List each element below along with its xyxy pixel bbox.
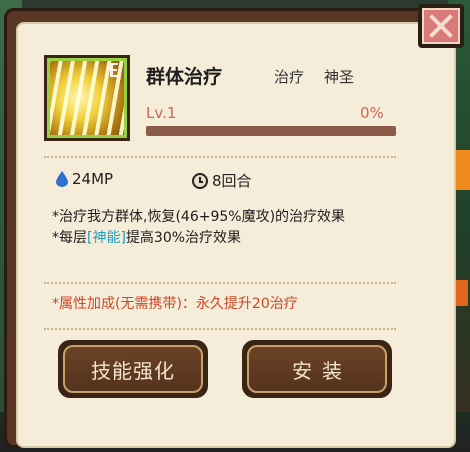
description-text: 提高30%治疗效果 — [125, 230, 242, 246]
clock-icon — [192, 172, 208, 189]
divider — [44, 328, 396, 331]
background-decoration — [456, 150, 470, 190]
mana-drop-icon — [56, 171, 68, 187]
holy-light-skill-icon — [44, 55, 130, 141]
skill-description-line: *每层[神能]提高30%治疗效果 — [52, 227, 241, 247]
keyword-divine-energy[interactable]: [神能] — [87, 230, 126, 246]
attribute-bonus-text: *属性加成(无需携带)：永久提升20治疗 — [52, 296, 298, 312]
equip-button[interactable]: 安装 — [242, 340, 392, 398]
skill-name: 群体治疗 — [146, 66, 223, 88]
skill-progress-bar — [146, 126, 396, 136]
skill-tag-type: 治疗 — [274, 68, 305, 86]
duration: 8回合 — [192, 170, 252, 191]
skill-description-line: *治疗我方群体,恢复(46+95%魔攻)的治疗效果 — [52, 209, 346, 225]
mp-cost-value: 24MP — [72, 170, 114, 188]
skill-progress-percent: 0% — [360, 104, 384, 122]
mp-cost: 24MP — [56, 170, 113, 188]
divider — [44, 282, 396, 285]
skill-glyph-icon — [107, 62, 121, 80]
close-button[interactable] — [418, 4, 464, 48]
divider — [44, 156, 396, 159]
duration-value: 8回合 — [212, 172, 252, 190]
skill-upgrade-label: 技能强化 — [91, 358, 175, 383]
description-text: *每层 — [52, 230, 87, 246]
skill-upgrade-button[interactable]: 技能强化 — [58, 340, 208, 398]
skill-level: Lv.1 — [146, 104, 177, 122]
background-decoration — [456, 280, 468, 306]
skill-tag-element: 神圣 — [324, 68, 355, 86]
equip-label: 安装 — [292, 358, 352, 383]
close-icon — [422, 8, 460, 44]
